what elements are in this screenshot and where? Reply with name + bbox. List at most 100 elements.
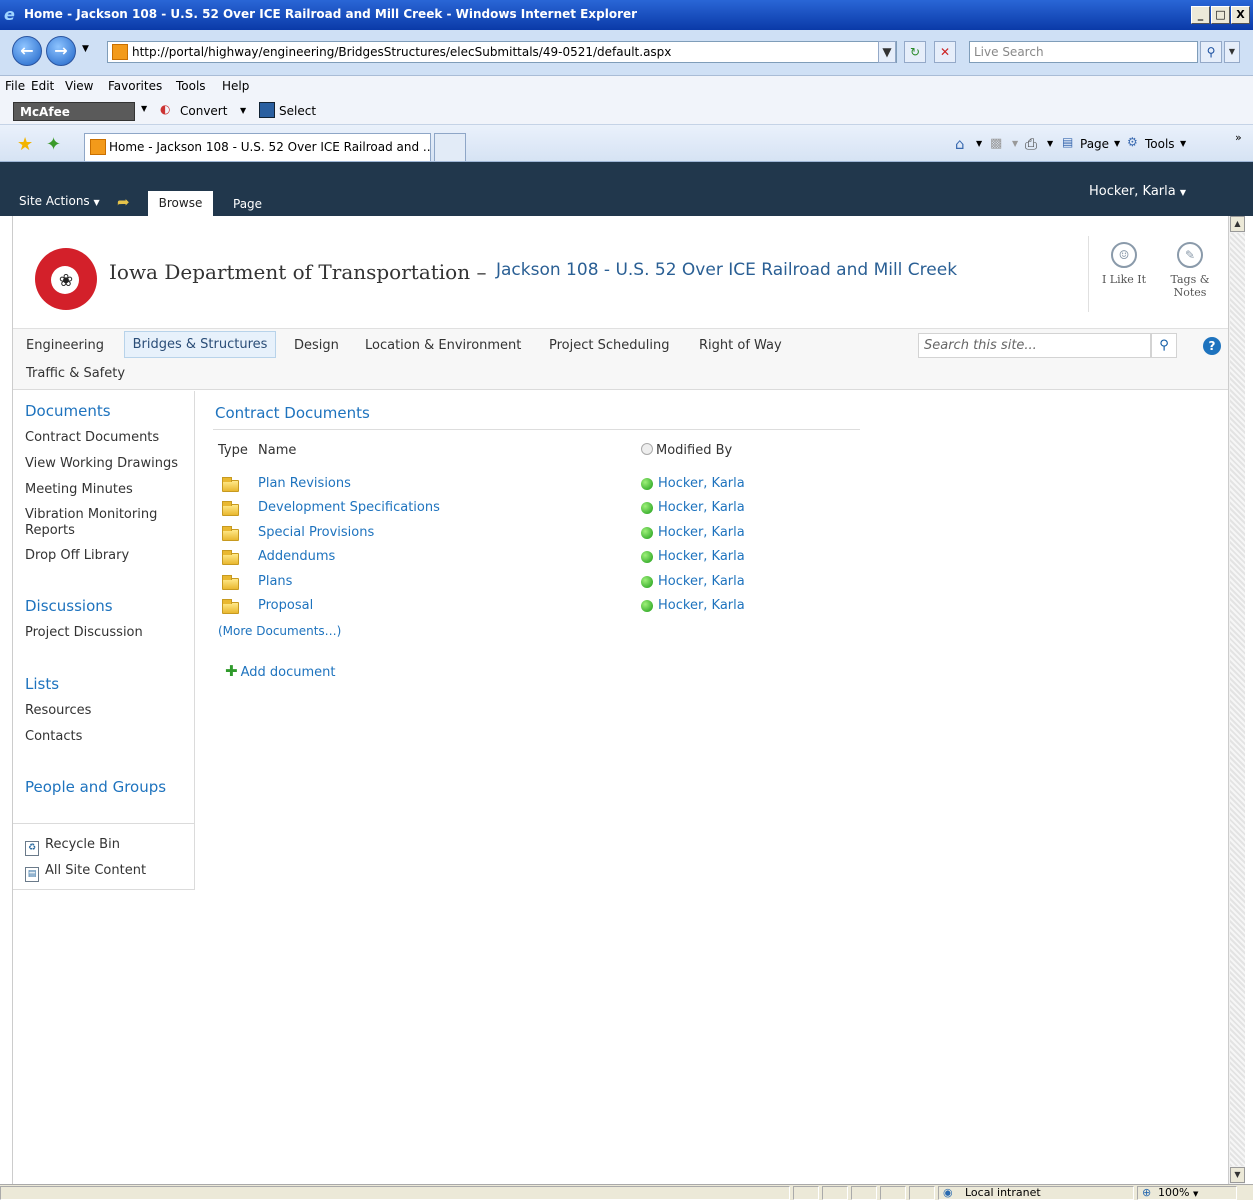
topnav-location-environment[interactable]: Location & Environment: [365, 338, 521, 353]
presence-online-icon[interactable]: [641, 551, 653, 563]
menu-favorites[interactable]: Favorites: [108, 79, 162, 93]
scroll-up-arrow-icon[interactable]: ▲: [1230, 216, 1245, 232]
ql-view-working-drawings[interactable]: View Working Drawings: [25, 456, 178, 471]
site-title[interactable]: Jackson 108 - U.S. 52 Over ICE Railroad …: [496, 260, 957, 280]
ql-drop-off-library[interactable]: Drop Off Library: [25, 548, 129, 563]
topnav-bridges-structures[interactable]: Bridges & Structures: [124, 331, 276, 358]
modified-by-link[interactable]: Hocker, Karla: [658, 476, 745, 491]
presence-online-icon[interactable]: [641, 478, 653, 490]
home-dropdown-icon[interactable]: ▼: [976, 139, 982, 148]
forward-button[interactable]: →: [46, 36, 76, 66]
ql-lists-heading[interactable]: Lists: [25, 675, 59, 693]
favorites-star-icon[interactable]: ★: [17, 134, 33, 155]
close-button[interactable]: X: [1231, 6, 1250, 24]
ql-recycle-bin[interactable]: ♻ Recycle Bin: [25, 837, 120, 856]
ql-contacts[interactable]: Contacts: [25, 729, 82, 744]
refresh-icon[interactable]: ↻: [904, 41, 926, 63]
ql-vibration-line2[interactable]: Reports: [25, 523, 75, 538]
modified-by-link[interactable]: Hocker, Karla: [658, 574, 745, 589]
menu-help[interactable]: Help: [222, 79, 249, 93]
ql-all-site-content[interactable]: ▤ All Site Content: [25, 863, 146, 882]
topnav-project-scheduling[interactable]: Project Scheduling: [549, 338, 669, 353]
ql-contract-documents[interactable]: Contract Documents: [25, 430, 159, 445]
folder-link[interactable]: Proposal: [258, 598, 313, 613]
user-menu[interactable]: Hocker, Karla ▼: [1089, 184, 1186, 199]
back-button[interactable]: ←: [12, 36, 42, 66]
folder-link[interactable]: Addendums: [258, 549, 335, 564]
topnav-design[interactable]: Design: [294, 338, 339, 353]
presence-online-icon[interactable]: [641, 576, 653, 588]
topnav-right-of-way[interactable]: Right of Way: [699, 338, 782, 353]
tab-browse[interactable]: Browse: [148, 191, 213, 216]
convert-dropdown-icon[interactable]: ▼: [240, 106, 246, 115]
site-search-input[interactable]: Search this site...: [918, 333, 1151, 358]
add-favorites-icon[interactable]: ✦: [46, 134, 61, 155]
print-icon[interactable]: ⎙: [1025, 135, 1037, 153]
webpart-title[interactable]: Contract Documents: [215, 404, 370, 422]
site-actions-button[interactable]: Site Actions ▼: [19, 194, 100, 208]
ql-people-groups[interactable]: People and Groups: [25, 778, 166, 796]
ql-meeting-minutes[interactable]: Meeting Minutes: [25, 482, 133, 497]
menu-file[interactable]: File: [5, 79, 25, 93]
presence-online-icon[interactable]: [641, 502, 653, 514]
modified-by-link[interactable]: Hocker, Karla: [658, 549, 745, 564]
address-dropdown-button[interactable]: ▼: [878, 41, 896, 63]
navigate-up-icon[interactable]: ➦: [117, 193, 130, 211]
tools-menu-button[interactable]: Tools: [1145, 137, 1175, 151]
feeds-icon[interactable]: ▩: [990, 136, 1002, 151]
tools-menu-dropdown-icon[interactable]: ▼: [1180, 139, 1186, 148]
vertical-scrollbar[interactable]: ▲ ▼: [1228, 216, 1245, 1184]
site-logo[interactable]: ❀ Iowa Department of Transportation –: [25, 233, 486, 315]
chevron-more-icon[interactable]: »: [1235, 131, 1242, 144]
search-icon[interactable]: ⚲: [1151, 333, 1177, 358]
maximize-button[interactable]: □: [1211, 6, 1230, 24]
print-dropdown-icon[interactable]: ▼: [1047, 139, 1053, 148]
security-zone[interactable]: ◉ Local intranet: [938, 1186, 1134, 1200]
modified-by-link[interactable]: Hocker, Karla: [658, 598, 745, 613]
topnav-traffic-safety[interactable]: Traffic & Safety: [26, 366, 125, 381]
menu-tools[interactable]: Tools: [176, 79, 206, 93]
mcafee-dropdown-icon[interactable]: ▼: [141, 104, 147, 113]
menu-view[interactable]: View: [65, 79, 93, 93]
feeds-dropdown-icon[interactable]: ▼: [1012, 139, 1018, 148]
mcafee-button[interactable]: McAfee: [13, 102, 135, 121]
column-header-name[interactable]: Name: [258, 443, 296, 458]
ql-discussions-heading[interactable]: Discussions: [25, 597, 113, 615]
ql-vibration-monitoring-reports[interactable]: Vibration Monitoring: [25, 507, 157, 522]
browser-tab-active[interactable]: Home - Jackson 108 - U.S. 52 Over ICE Ra…: [84, 133, 431, 161]
modified-by-link[interactable]: Hocker, Karla: [658, 525, 745, 540]
ql-project-discussion[interactable]: Project Discussion: [25, 625, 143, 640]
home-icon[interactable]: ⌂: [955, 135, 965, 153]
folder-link[interactable]: Plans: [258, 574, 292, 589]
column-header-modified-by[interactable]: Modified By: [641, 443, 732, 458]
search-icon[interactable]: ⚲: [1200, 41, 1222, 63]
tags-notes-button[interactable]: ✎ Tags & Notes: [1160, 242, 1220, 299]
ql-resources[interactable]: Resources: [25, 703, 91, 718]
convert-button[interactable]: Convert: [180, 104, 227, 118]
tab-page[interactable]: Page: [233, 197, 262, 211]
topnav-engineering[interactable]: Engineering: [26, 338, 104, 353]
scroll-track[interactable]: [1230, 233, 1245, 1166]
recent-pages-dropdown-icon[interactable]: ▼: [82, 44, 89, 54]
address-input[interactable]: http://portal/highway/engineering/Bridge…: [107, 41, 897, 63]
help-icon[interactable]: ?: [1203, 337, 1221, 355]
column-header-type[interactable]: Type: [218, 443, 248, 458]
more-documents-link[interactable]: (More Documents…): [218, 624, 341, 638]
minimize-button[interactable]: _: [1191, 6, 1210, 24]
modified-by-link[interactable]: Hocker, Karla: [658, 500, 745, 515]
menu-edit[interactable]: Edit: [31, 79, 54, 93]
ql-documents-heading[interactable]: Documents: [25, 402, 111, 420]
search-options-dropdown-icon[interactable]: ▼: [1224, 41, 1240, 63]
presence-online-icon[interactable]: [641, 600, 653, 612]
add-document-link[interactable]: ✚ Add document: [225, 662, 335, 680]
page-menu-button[interactable]: Page: [1080, 137, 1109, 151]
i-like-it-button[interactable]: ☺ I Like It: [1094, 242, 1154, 286]
live-search-input[interactable]: Live Search: [969, 41, 1198, 63]
stop-icon[interactable]: ✕: [934, 41, 956, 63]
new-tab-button[interactable]: [434, 133, 466, 161]
page-menu-dropdown-icon[interactable]: ▼: [1114, 139, 1120, 148]
folder-link[interactable]: Development Specifications: [258, 500, 440, 515]
zoom-control[interactable]: ⊕ 100% ▼: [1137, 1186, 1237, 1200]
scroll-down-arrow-icon[interactable]: ▼: [1230, 1167, 1245, 1183]
presence-online-icon[interactable]: [641, 527, 653, 539]
